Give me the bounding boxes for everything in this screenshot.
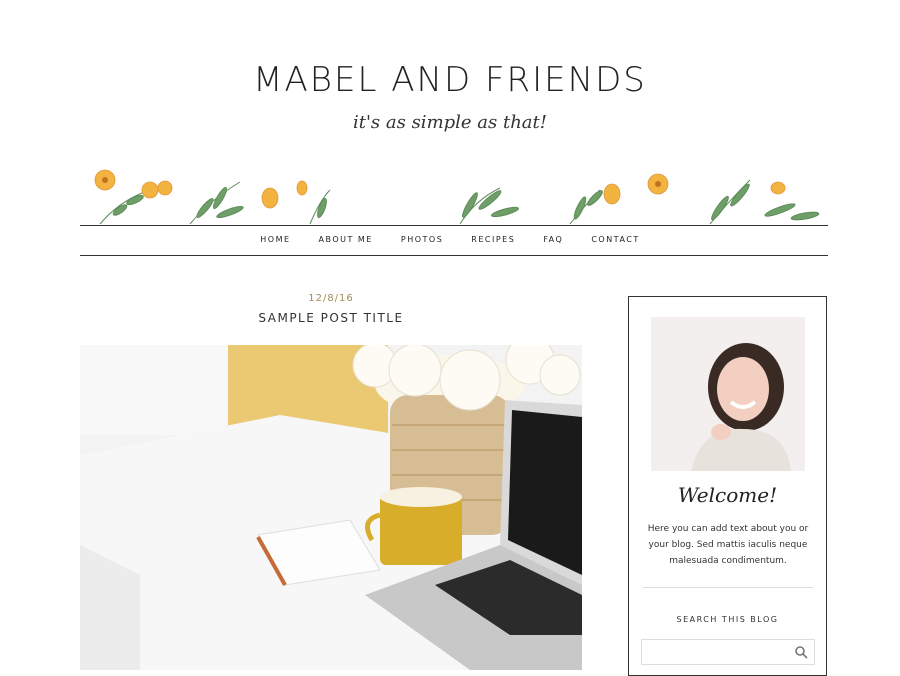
profile-photo[interactable] [651, 317, 805, 471]
post-date: 12/8/16 [308, 293, 354, 304]
search-icon[interactable] [794, 645, 808, 659]
nav-faq[interactable]: FAQ [543, 235, 563, 244]
nav-bottom-border [80, 255, 828, 256]
header: MABEL AND FRIENDS it's as simple as that… [0, 0, 900, 170]
floral-banner [94, 169, 820, 225]
post-image[interactable] [80, 345, 582, 670]
nav-top-border [80, 225, 828, 226]
search-box [641, 639, 815, 665]
nav-photos[interactable]: PHOTOS [401, 235, 443, 244]
site-tagline: it's as simple as that! [352, 112, 548, 133]
sidebar: Welcome! Here you can add text about you… [628, 296, 827, 676]
search-title: SEARCH THIS BLOG [676, 615, 779, 624]
nav-home[interactable]: HOME [260, 235, 290, 244]
main-nav: HOME ABOUT ME PHOTOS RECIPES FAQ CONTACT [0, 235, 900, 244]
nav-recipes[interactable]: RECIPES [471, 235, 515, 244]
sidebar-divider [643, 587, 813, 588]
post-title[interactable]: SAMPLE POST TITLE [80, 311, 582, 325]
profile-image [651, 317, 805, 471]
desk-photo [80, 345, 582, 670]
site-title[interactable]: MABEL AND FRIENDS [0, 60, 900, 100]
welcome-heading: Welcome! [677, 483, 778, 507]
search-input[interactable] [646, 641, 790, 665]
about-text: Here you can add text about you or your … [647, 524, 809, 566]
nav-about-me[interactable]: ABOUT ME [319, 235, 373, 244]
nav-contact[interactable]: CONTACT [591, 235, 639, 244]
